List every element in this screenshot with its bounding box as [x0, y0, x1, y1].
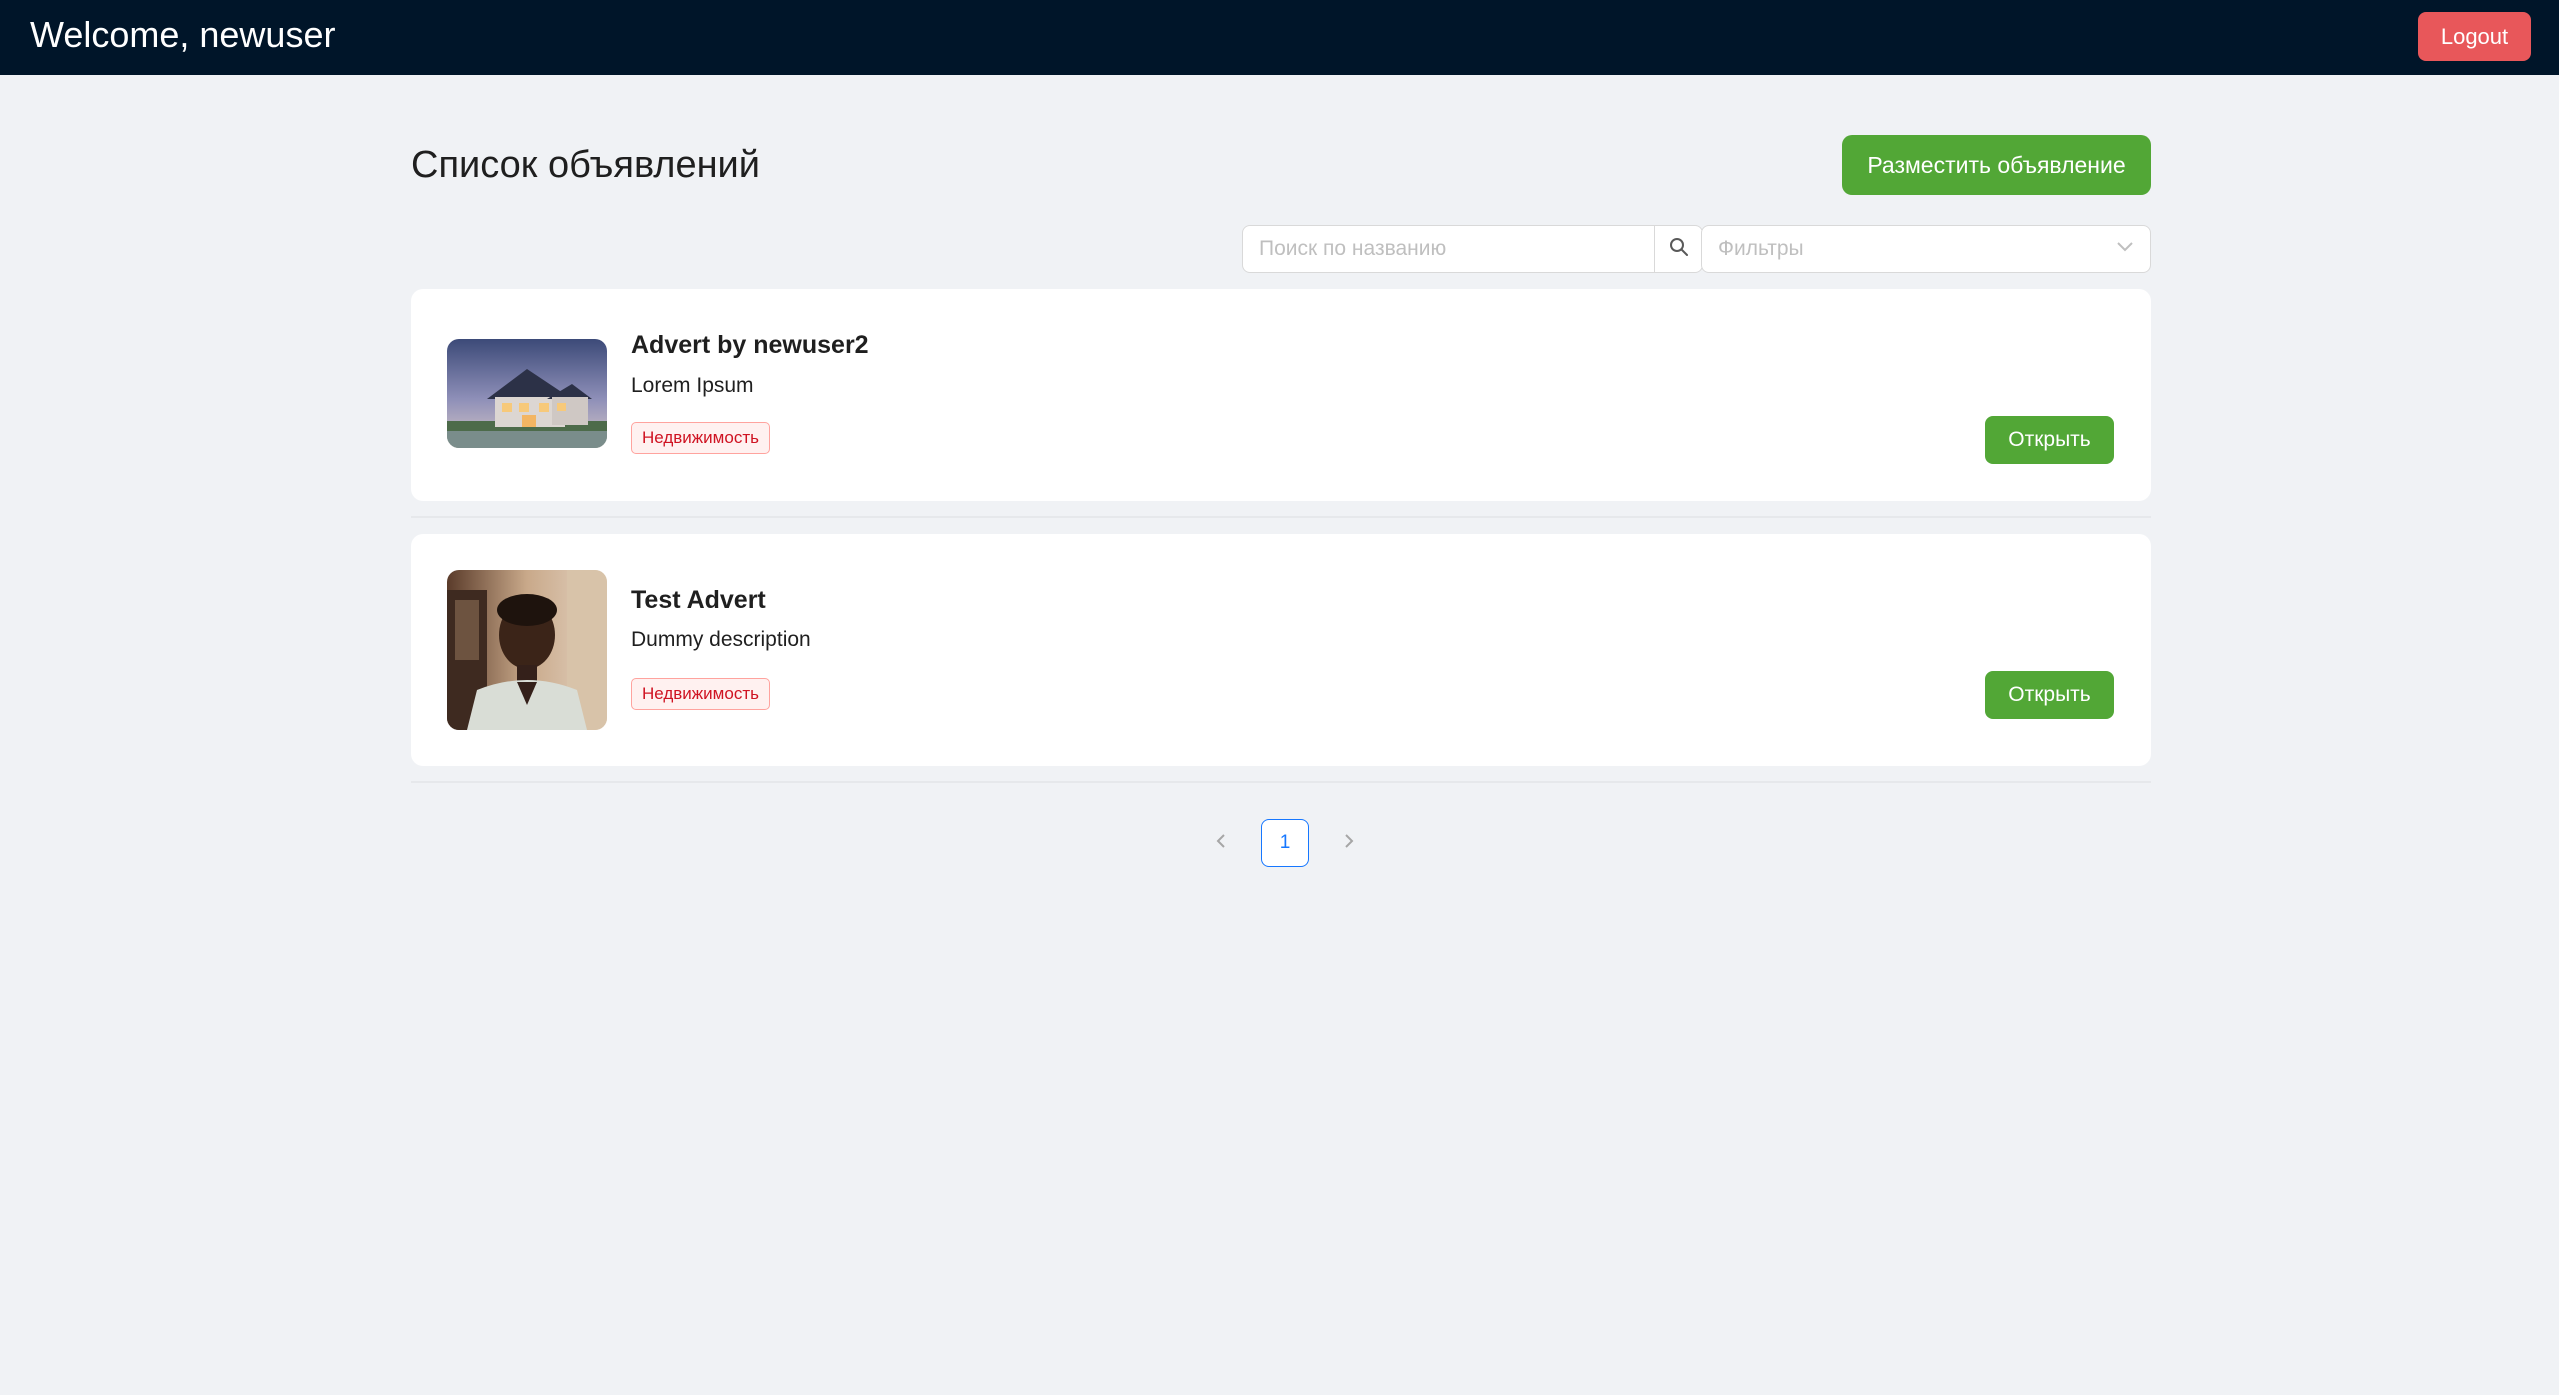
- filter-placeholder: Фильтры: [1718, 237, 1804, 260]
- chevron-left-icon: [1215, 833, 1227, 854]
- page-title: Список объявлений: [411, 144, 761, 186]
- advert-description: Lorem Ipsum: [631, 374, 754, 397]
- card-divider: [411, 516, 2151, 518]
- person-photo: [447, 570, 607, 730]
- page-number-button[interactable]: 1: [1261, 819, 1309, 867]
- prev-page-button[interactable]: [1201, 819, 1241, 867]
- search-input[interactable]: [1243, 226, 1654, 272]
- post-advert-button[interactable]: Разместить объявление: [1842, 135, 2151, 195]
- top-header: Welcome, newuser Logout: [0, 0, 2559, 75]
- search-icon: [1669, 237, 1689, 262]
- advert-description: Dummy description: [631, 628, 811, 651]
- card-divider: [411, 781, 2151, 783]
- filter-select[interactable]: Фильтры: [1701, 225, 2151, 273]
- category-tag: Недвижимость: [631, 422, 770, 454]
- search-button[interactable]: [1654, 226, 1702, 272]
- welcome-title: Welcome, newuser: [30, 14, 336, 55]
- logout-button[interactable]: Logout: [2418, 12, 2531, 61]
- search-box: [1242, 225, 1703, 273]
- advert-image: [447, 339, 607, 448]
- advert-title: Advert by newuser2: [631, 331, 869, 359]
- chevron-right-icon: [1343, 833, 1355, 854]
- open-advert-button[interactable]: Открыть: [1985, 671, 2114, 719]
- advert-card: Advert by newuser2 Lorem Ipsum Недвижимо…: [411, 289, 2151, 501]
- advert-card: Test Advert Dummy description Недвижимос…: [411, 534, 2151, 766]
- next-page-button[interactable]: [1329, 819, 1369, 867]
- advert-title: Test Advert: [631, 586, 766, 614]
- category-tag: Недвижимость: [631, 678, 770, 710]
- house-photo: [447, 339, 607, 448]
- advert-image: [447, 570, 607, 730]
- chevron-down-icon: [2116, 240, 2134, 258]
- pagination: 1: [1201, 818, 1369, 868]
- open-advert-button[interactable]: Открыть: [1985, 416, 2114, 464]
